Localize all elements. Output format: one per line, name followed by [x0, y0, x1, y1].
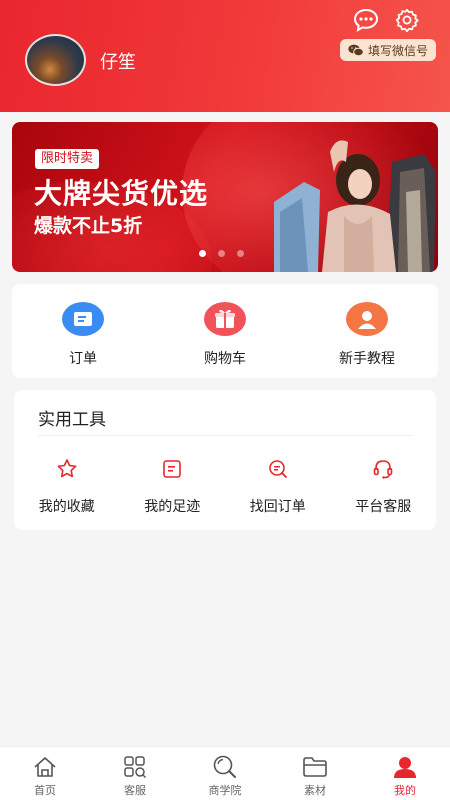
tab-home[interactable]: 首页	[0, 747, 90, 800]
pagination-dot[interactable]	[218, 250, 225, 257]
recover-order-button[interactable]: 找回订单	[228, 458, 328, 516]
grid-icon	[121, 755, 149, 779]
orders-label: 订单	[69, 351, 97, 367]
fashion-model-image	[274, 140, 436, 272]
wechat-icon	[348, 44, 364, 56]
tab-label: 素材	[304, 784, 326, 797]
tab-business-school[interactable]: 商学院	[180, 747, 270, 800]
footprints-button[interactable]: 我的足迹	[122, 458, 222, 516]
bottom-tab-bar: 首页 客服 商学院 素材 我的	[0, 746, 450, 800]
footprints-label: 我的足迹	[144, 499, 201, 515]
favorites-button[interactable]: 我的收藏	[17, 458, 117, 516]
tab-label: 客服	[124, 784, 146, 797]
tab-label: 我的	[394, 784, 416, 797]
tools-title: 实用工具	[38, 410, 106, 430]
tutorial-button[interactable]: 新手教程	[312, 284, 422, 378]
tab-label: 首页	[34, 784, 56, 797]
tab-service[interactable]: 客服	[90, 747, 180, 800]
footprint-icon	[161, 458, 183, 480]
banner-tag: 限时特卖	[35, 149, 100, 169]
cart-button[interactable]: 购物车	[170, 284, 280, 378]
customer-service-button[interactable]: 平台客服	[333, 458, 433, 516]
folder-icon	[301, 755, 329, 779]
home-icon	[31, 755, 59, 779]
tutorial-label: 新手教程	[339, 351, 395, 367]
tab-materials[interactable]: 素材	[270, 747, 360, 800]
banner-subtitle: 爆款不止5折	[34, 215, 143, 237]
customer-service-label: 平台客服	[355, 499, 412, 515]
order-icon	[62, 302, 104, 336]
star-icon	[56, 458, 78, 480]
gift-cart-icon	[204, 302, 246, 336]
message-icon[interactable]	[352, 6, 380, 34]
cart-label: 购物车	[204, 351, 246, 367]
divider	[38, 435, 412, 436]
pagination-dot[interactable]	[237, 250, 244, 257]
promo-banner[interactable]: 限时特卖 大牌尖货优选 爆款不止5折	[12, 122, 438, 272]
search-order-icon	[267, 458, 289, 480]
banner-title: 大牌尖货优选	[34, 177, 209, 210]
favorites-label: 我的收藏	[38, 499, 95, 515]
tab-mine[interactable]: 我的	[360, 747, 450, 800]
search-icon	[211, 755, 239, 779]
headset-icon	[372, 458, 394, 480]
quick-actions-card: 订单 购物车 新手教程	[12, 284, 438, 378]
username: 仔笙	[100, 52, 136, 73]
profile-header: 仔笙 填写微信号	[0, 0, 450, 112]
user-icon	[391, 755, 419, 779]
avatar[interactable]	[25, 34, 86, 86]
fill-wechat-button[interactable]: 填写微信号	[339, 39, 436, 61]
wechat-pill-label: 填写微信号	[367, 43, 428, 58]
orders-button[interactable]: 订单	[28, 284, 138, 378]
pagination-dot[interactable]	[199, 250, 206, 257]
tutorial-user-icon	[346, 302, 388, 336]
settings-gear-icon[interactable]	[393, 6, 421, 34]
banner-pagination	[199, 250, 244, 257]
tab-label: 商学院	[208, 784, 242, 797]
tools-card: 实用工具 我的收藏 我的足迹 找回订单 平台客服	[14, 390, 436, 530]
recover-order-label: 找回订单	[249, 499, 306, 515]
